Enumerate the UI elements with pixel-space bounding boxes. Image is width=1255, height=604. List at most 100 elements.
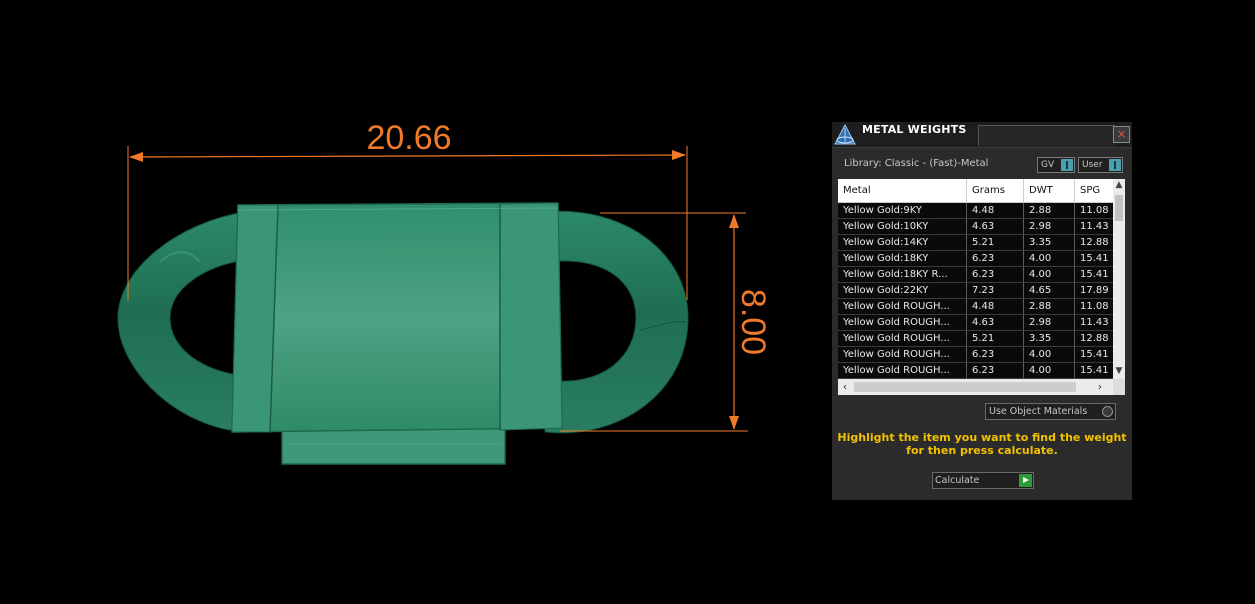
spg-cell: 11.08 (1075, 203, 1113, 219)
grams-cell: 4.63 (967, 315, 1024, 331)
spg-cell: 17.89 (1075, 283, 1113, 299)
bottom-tab (281, 427, 506, 465)
clasp-body (231, 202, 563, 433)
column-header-grams[interactable]: Grams (967, 179, 1024, 202)
grams-cell: 6.23 (967, 347, 1024, 363)
table-row[interactable]: Yellow Gold ROUGH... 6.23 4.00 15.41 (838, 363, 1113, 379)
panel-title: METAL WEIGHTS (862, 123, 967, 136)
gv-toggle-label: GV (1041, 160, 1055, 170)
calculate-label: Calculate (935, 475, 980, 486)
spg-cell: 15.41 (1075, 251, 1113, 267)
table-row[interactable]: Yellow Gold:22KY 7.23 4.65 17.89 (838, 283, 1113, 299)
dwt-cell: 4.00 (1024, 363, 1075, 379)
scroll-right-icon[interactable]: › (1093, 379, 1107, 395)
scroll-left-icon[interactable]: ‹ (838, 379, 852, 395)
metal-table: Metal Grams DWT SPG Yellow Gold:9KY 4.48 2… (838, 179, 1125, 395)
dwt-cell: 4.00 (1024, 251, 1075, 267)
column-header-metal[interactable]: Metal (838, 179, 967, 202)
toggle-switch-icon (1061, 159, 1073, 171)
panel-titlebar[interactable]: METAL WEIGHTS × (832, 122, 1132, 148)
calculate-button[interactable]: Calculate (932, 472, 1034, 489)
model-render: 20.66 8.00 (117, 119, 772, 465)
vertical-scroll-thumb[interactable] (1115, 195, 1123, 221)
grams-cell: 4.48 (967, 203, 1024, 219)
close-icon: × (1116, 127, 1127, 141)
table-row[interactable]: Yellow Gold:14KY 5.21 3.35 12.88 (838, 235, 1113, 251)
table-row[interactable]: Yellow Gold ROUGH... 4.63 2.98 11.43 (838, 315, 1113, 331)
table-row[interactable]: Yellow Gold ROUGH... 5.21 3.35 12.88 (838, 331, 1113, 347)
dwt-cell: 3.35 (1024, 235, 1075, 251)
use-object-materials-label: Use Object Materials (989, 406, 1088, 417)
grams-cell: 5.21 (967, 235, 1024, 251)
metal-cell: Yellow Gold:10KY (838, 219, 967, 235)
left-ring (117, 211, 246, 433)
table-row[interactable]: Yellow Gold:9KY 4.48 2.88 11.08 (838, 203, 1113, 219)
dwt-cell: 4.65 (1024, 283, 1075, 299)
metal-cell: Yellow Gold:22KY (838, 283, 967, 299)
radio-icon[interactable] (1102, 406, 1113, 417)
metal-cell: Yellow Gold:18KY (838, 251, 967, 267)
spg-cell: 15.41 (1075, 363, 1113, 379)
spg-cell: 11.08 (1075, 299, 1113, 315)
grams-cell: 4.63 (967, 219, 1024, 235)
grams-cell: 6.23 (967, 251, 1024, 267)
close-button[interactable]: × (1113, 126, 1130, 143)
grams-cell: 5.21 (967, 331, 1024, 347)
spg-cell: 11.43 (1075, 315, 1113, 331)
use-object-materials-toggle[interactable]: Use Object Materials (985, 403, 1116, 420)
user-toggle-label: User (1082, 160, 1103, 170)
grams-cell: 6.23 (967, 267, 1024, 283)
title-tab-area (978, 125, 1115, 146)
scroll-down-icon[interactable]: ▼ (1113, 365, 1125, 377)
table-row[interactable]: Yellow Gold:10KY 4.63 2.98 11.43 (838, 219, 1113, 235)
metal-cell: Yellow Gold ROUGH... (838, 363, 967, 379)
user-toggle[interactable]: User (1078, 157, 1123, 173)
right-ring (544, 210, 689, 434)
instruction-line-2: for then press calculate. (906, 444, 1058, 457)
dwt-cell: 3.35 (1024, 331, 1075, 347)
dwt-cell: 2.98 (1024, 219, 1075, 235)
height-dimension-label: 8.00 (734, 289, 772, 355)
dwt-cell: 2.98 (1024, 315, 1075, 331)
table-row[interactable]: Yellow Gold:18KY R... 6.23 4.00 15.41 (838, 267, 1113, 283)
spg-cell: 12.88 (1075, 235, 1113, 251)
metal-weights-panel: METAL WEIGHTS × Library: Classic - (Fast… (832, 122, 1132, 500)
dwt-cell: 2.88 (1024, 203, 1075, 219)
column-header-dwt[interactable]: DWT (1024, 179, 1075, 202)
spg-cell: 15.41 (1075, 267, 1113, 283)
grams-cell: 4.48 (967, 299, 1024, 315)
3d-viewport[interactable]: 20.66 8.00 (0, 0, 820, 604)
grams-cell: 6.23 (967, 363, 1024, 379)
instruction-text: Highlight the item you want to find the … (832, 431, 1132, 457)
metal-cell: Yellow Gold ROUGH... (838, 299, 967, 315)
table-header: Metal Grams DWT SPG (838, 179, 1113, 203)
gv-toggle[interactable]: GV (1037, 157, 1075, 173)
spg-cell: 11.43 (1075, 219, 1113, 235)
horizontal-scrollbar[interactable]: ‹ › (838, 379, 1113, 395)
app-logo-icon (834, 124, 856, 145)
spg-cell: 15.41 (1075, 347, 1113, 363)
table-row[interactable]: Yellow Gold:18KY 6.23 4.00 15.41 (838, 251, 1113, 267)
toggle-switch-icon (1109, 159, 1121, 171)
library-label: Library: Classic - (Fast)-Metal (844, 158, 989, 169)
metal-cell: Yellow Gold ROUGH... (838, 315, 967, 331)
table-row[interactable]: Yellow Gold ROUGH... 6.23 4.00 15.41 (838, 347, 1113, 363)
column-header-spg[interactable]: SPG (1075, 179, 1113, 202)
width-dimension-label: 20.66 (366, 119, 451, 157)
metal-cell: Yellow Gold ROUGH... (838, 347, 967, 363)
metal-cell: Yellow Gold ROUGH... (838, 331, 967, 347)
dwt-cell: 2.88 (1024, 299, 1075, 315)
dwt-cell: 4.00 (1024, 347, 1075, 363)
scroll-corner (1113, 379, 1125, 395)
metal-cell: Yellow Gold:9KY (838, 203, 967, 219)
scroll-up-icon[interactable]: ▲ (1113, 179, 1125, 191)
spg-cell: 12.88 (1075, 331, 1113, 347)
vertical-scrollbar[interactable]: ▲ ▼ (1113, 179, 1125, 379)
grams-cell: 7.23 (967, 283, 1024, 299)
instruction-line-1: Highlight the item you want to find the … (837, 431, 1127, 444)
play-icon[interactable] (1019, 474, 1032, 487)
table-row[interactable]: Yellow Gold ROUGH... 4.48 2.88 11.08 (838, 299, 1113, 315)
metal-cell: Yellow Gold:14KY (838, 235, 967, 251)
metal-cell: Yellow Gold:18KY R... (838, 267, 967, 283)
horizontal-scroll-thumb[interactable] (854, 382, 1076, 392)
